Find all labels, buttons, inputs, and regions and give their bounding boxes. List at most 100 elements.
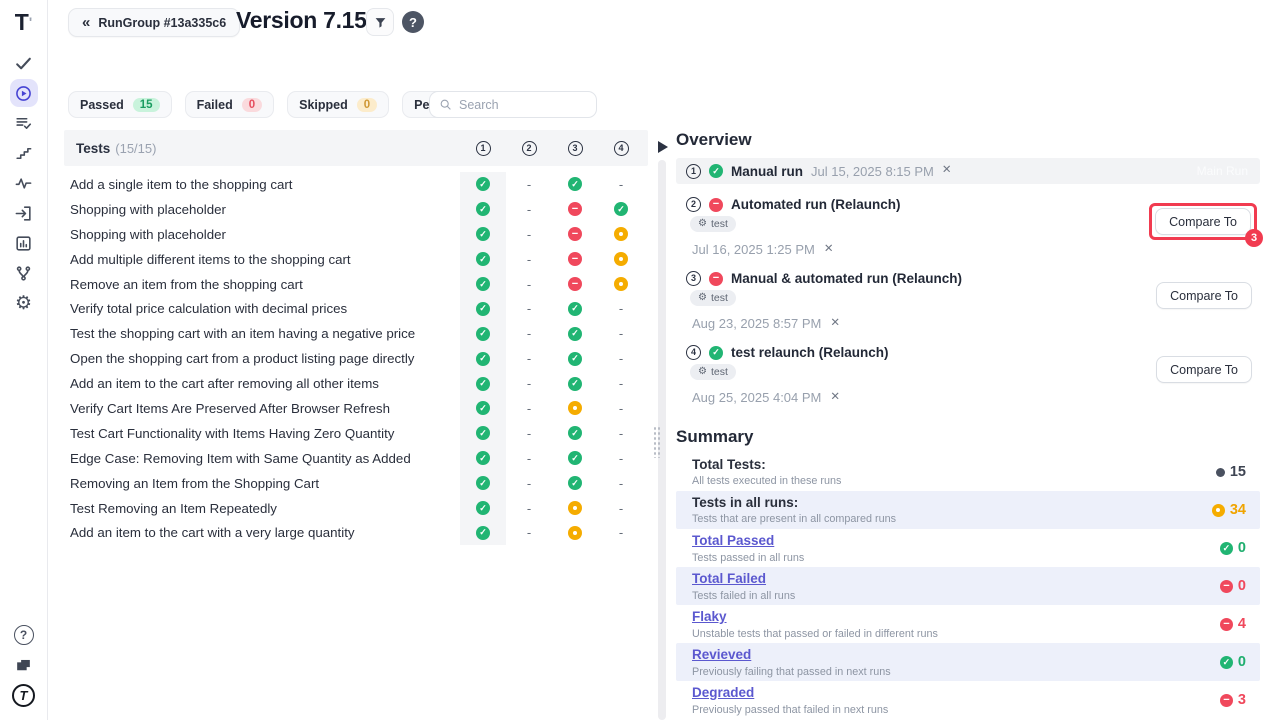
status-cell-run-2: - xyxy=(506,346,552,371)
table-row[interactable]: Shopping with placeholder✓-−✓ xyxy=(64,197,648,222)
summary-value: ✓0 xyxy=(1220,654,1246,670)
table-row[interactable]: Test Removing an Item Repeatedly✓-- xyxy=(64,496,648,521)
search-box[interactable] xyxy=(429,91,597,118)
summary-count: 0 xyxy=(1238,540,1246,556)
filter-chip-failed[interactable]: Failed0 xyxy=(185,91,275,118)
run-tag-badge[interactable]: ⚙test xyxy=(690,216,736,232)
failed-status-icon: − xyxy=(568,277,582,291)
runs-nav-icon[interactable] xyxy=(0,78,48,108)
table-row[interactable]: Add a single item to the shopping cart✓-… xyxy=(64,172,648,197)
analytics-pulse-nav-icon[interactable] xyxy=(0,168,48,198)
table-row[interactable]: Shopping with placeholder✓-− xyxy=(64,222,648,247)
reports-chart-nav-icon[interactable] xyxy=(0,228,48,258)
status-cell-run-1: ✓ xyxy=(460,172,506,197)
passed-status-icon: ✓ xyxy=(568,352,582,366)
remove-run-icon[interactable]: ✕ xyxy=(942,165,952,177)
table-row[interactable]: Test the shopping cart with an item havi… xyxy=(64,321,648,346)
status-cell-run-4 xyxy=(598,247,644,272)
table-row[interactable]: Add multiple different items to the shop… xyxy=(64,247,648,272)
summary-row: Total FailedTests failed in all runs−0 xyxy=(676,567,1260,605)
back-to-rungroup-button[interactable]: « RunGroup #13a335c6 xyxy=(68,8,240,37)
panel-collapse-toggle-icon[interactable] xyxy=(658,141,668,153)
summary-count: 34 xyxy=(1230,502,1246,518)
filter-chip-label: Failed xyxy=(197,98,233,112)
test-name: Add an item to the cart with a very larg… xyxy=(64,520,460,545)
tag-label: test xyxy=(711,218,728,230)
table-row[interactable]: Edge Case: Removing Item with Same Quant… xyxy=(64,446,648,471)
table-row[interactable]: Verify Cart Items Are Preserved After Br… xyxy=(64,396,648,421)
remove-run-icon[interactable]: ✕ xyxy=(824,244,834,256)
checks-nav-icon[interactable] xyxy=(0,48,48,78)
status-cell-run-4: - xyxy=(598,421,644,446)
status-cell-run-1: ✓ xyxy=(460,296,506,321)
docs-nav-icon[interactable] xyxy=(0,650,48,680)
help-button[interactable]: ? xyxy=(402,11,424,33)
summary-label[interactable]: Flaky xyxy=(692,609,727,624)
summary-value: 15 xyxy=(1216,464,1246,480)
tag-label: test xyxy=(711,366,728,378)
filter-chip-passed[interactable]: Passed15 xyxy=(68,91,172,118)
passed-status-icon: ✓ xyxy=(476,177,490,191)
compare-to-button[interactable]: Compare To xyxy=(1156,356,1252,383)
status-cell-run-3 xyxy=(552,496,598,521)
summary-row-text: FlakyUnstable tests that passed or faile… xyxy=(692,608,1220,641)
status-cell-run-2: - xyxy=(506,471,552,496)
no-result-dash: - xyxy=(527,203,531,216)
table-row[interactable]: Verify total price calculation with deci… xyxy=(64,296,648,321)
no-result-dash: - xyxy=(619,327,623,340)
run-number-badge: 2 xyxy=(522,141,537,156)
filter-chip-label: Skipped xyxy=(299,98,348,112)
filter-button[interactable] xyxy=(366,8,394,36)
import-nav-icon[interactable] xyxy=(0,198,48,228)
passed-status-icon: ✓ xyxy=(568,426,582,440)
page-title: Version 7.15 xyxy=(236,7,367,34)
table-row[interactable]: Open the shopping cart from a product li… xyxy=(64,346,648,371)
no-result-dash: - xyxy=(527,427,531,440)
table-row[interactable]: Test Cart Functionality with Items Havin… xyxy=(64,421,648,446)
status-cell-run-4: - xyxy=(598,396,644,421)
no-result-dash: - xyxy=(527,228,531,241)
summary-label[interactable]: Total Passed xyxy=(692,533,774,548)
remove-run-icon[interactable]: ✕ xyxy=(830,392,840,404)
status-cell-run-2: - xyxy=(506,172,552,197)
double-chevron-left-icon: « xyxy=(82,15,90,30)
search-input[interactable] xyxy=(459,98,620,112)
passed-status-icon: ✓ xyxy=(568,327,582,341)
compare-to-button[interactable]: Compare To xyxy=(1155,208,1251,235)
filter-chip-skipped[interactable]: Skipped0 xyxy=(287,91,389,118)
summary-label[interactable]: Degraded xyxy=(692,685,754,700)
run-date-line: Aug 23, 2025 8:57 PM✕ xyxy=(692,316,1260,331)
table-row[interactable]: Add an item to the cart after removing a… xyxy=(64,371,648,396)
compare-to-button[interactable]: Compare To xyxy=(1156,282,1252,309)
app-logo[interactable]: T' xyxy=(15,8,32,36)
run-tag-badge[interactable]: ⚙test xyxy=(690,364,736,380)
search-icon xyxy=(439,98,452,111)
skipped-status-icon xyxy=(568,526,582,540)
status-cell-run-2: - xyxy=(506,371,552,396)
status-cell-run-2: - xyxy=(506,321,552,346)
status-cell-run-4: - xyxy=(598,296,644,321)
run-number-badge: 4 xyxy=(686,345,701,360)
settings-gear-nav-icon[interactable]: ⚙ xyxy=(0,288,48,318)
failed-status-icon: − xyxy=(709,198,723,212)
table-row[interactable]: Removing an Item from the Shopping Cart✓… xyxy=(64,471,648,496)
table-row[interactable]: Add an item to the cart with a very larg… xyxy=(64,520,648,545)
panel-resize-grip[interactable] xyxy=(653,426,661,458)
table-row[interactable]: Remove an item from the shopping cart✓-− xyxy=(64,272,648,297)
compare-button-wrap: Compare To xyxy=(1156,282,1252,309)
help-nav-icon[interactable]: ? xyxy=(0,620,48,650)
summary-label[interactable]: Total Failed xyxy=(692,571,766,586)
passed-status-icon: ✓ xyxy=(476,501,490,515)
passed-status-icon: ✓ xyxy=(476,302,490,316)
test-plans-nav-icon[interactable] xyxy=(0,108,48,138)
column-header-run-2: 2 xyxy=(506,141,552,156)
brand-badge-icon[interactable]: T xyxy=(0,680,48,710)
passed-status-icon: ✓ xyxy=(614,202,628,216)
summary-label[interactable]: Revieved xyxy=(692,647,751,662)
branches-nav-icon[interactable] xyxy=(0,258,48,288)
no-result-dash: - xyxy=(527,377,531,390)
steps-nav-icon[interactable] xyxy=(0,138,48,168)
summary-row-text: RevievedPreviously failing that passed i… xyxy=(692,646,1220,679)
run-tag-badge[interactable]: ⚙test xyxy=(690,290,736,306)
remove-run-icon[interactable]: ✕ xyxy=(830,318,840,330)
